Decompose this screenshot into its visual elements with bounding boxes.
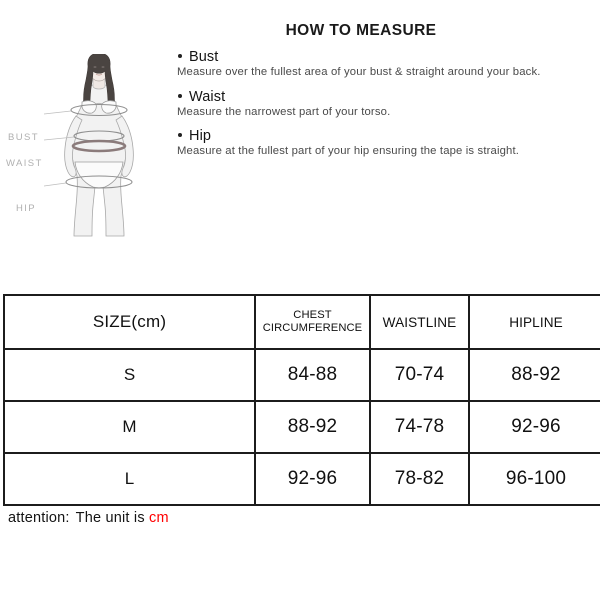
figure-label-waist: WAIST [6,158,43,169]
cell-size-m: M [3,400,256,454]
figure-label-hip: HIP [16,203,37,214]
cell-hip-l: 96-100 [468,452,600,506]
cell-hip-m: 92-96 [468,400,600,454]
measure-item-waist-description: Measure the narrowest part of your torso… [177,105,391,118]
cell-waist-m: 74-78 [369,400,470,454]
measure-item-bust: Bust Measure over the fullest area of yo… [176,49,586,80]
cell-chest-m: 88-92 [254,400,371,454]
bullet-dot-icon [178,133,182,138]
table-header-waistline: WAISTLINE [369,294,470,350]
measure-item-hip: Hip Measure at the fullest part of your … [176,128,586,159]
measure-item-hip-heading: Hip [176,128,586,144]
table-row: S 84-88 70-74 88-92 [3,348,600,402]
cell-size-s: S [3,348,256,402]
table-row: L 92-96 78-82 96-100 [3,452,600,506]
measure-item-waist-label: Waist [189,88,226,105]
body-measurement-figure: BUST WAIST HIP [0,54,175,248]
leader-line-bust [44,110,72,115]
how-to-measure-section: BUST WAIST HIP HOW TO MEASURE Bust Measu… [0,0,600,285]
cell-waist-s: 70-74 [369,348,470,402]
cell-waist-l: 78-82 [369,452,470,506]
measure-item-bust-label: Bust [189,49,219,65]
cell-size-l: L [3,452,256,506]
table-header-row: SIZE(cm) CHEST CIRCUMFERENCE WAISTLINE H… [3,294,600,350]
measure-instructions: HOW TO MEASURE Bust Measure over the ful… [176,22,586,168]
table-header-chest-line1: CHEST [293,308,332,321]
measure-item-bust-heading: Bust [176,49,586,65]
bullet-dot-icon [178,93,182,98]
attention-note: attention: The unit is cm [8,510,169,526]
attention-prefix: attention: [8,510,70,526]
size-chart-page: BUST WAIST HIP HOW TO MEASURE Bust Measu… [0,0,600,600]
table-header-chest: CHEST CIRCUMFERENCE [254,294,371,350]
measure-item-hip-label: Hip [189,128,212,145]
table-header-hipline: HIPLINE [468,294,600,350]
measure-title: HOW TO MEASURE [285,22,437,39]
attention-text: The unit is [75,510,145,526]
table-header-chest-line2: CIRCUMFERENCE [262,322,363,334]
female-figure-illustration [44,54,134,237]
table-row: M 88-92 74-78 92-96 [3,400,600,454]
leader-line-hip [44,182,67,187]
cell-chest-l: 92-96 [254,452,371,506]
figure-label-bust: BUST [8,132,39,143]
measure-item-waist-heading: Waist [176,89,586,105]
measure-item-waist: Waist Measure the narrowest part of your… [176,89,586,120]
attention-unit: cm [149,510,169,526]
table-header-size: SIZE(cm) [3,294,256,350]
size-chart-table: SIZE(cm) CHEST CIRCUMFERENCE WAISTLINE H… [3,294,600,506]
bullet-dot-icon [178,54,182,58]
measure-item-hip-description: Measure at the fullest part of your hip … [177,145,520,158]
cell-hip-s: 88-92 [468,348,600,402]
cell-chest-s: 84-88 [254,348,371,402]
measure-item-bust-description: Measure over the fullest area of your bu… [177,66,541,78]
